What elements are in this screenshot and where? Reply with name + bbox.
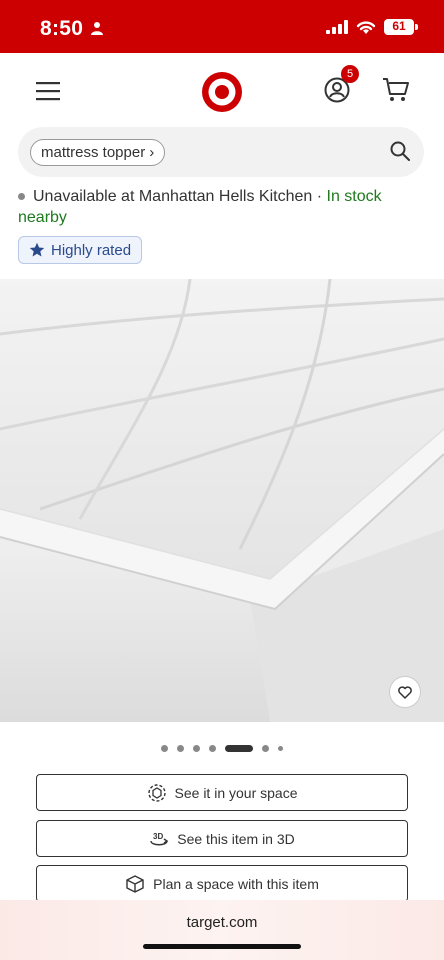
mattress-topper-photo bbox=[0, 279, 444, 722]
carousel-dot[interactable] bbox=[193, 744, 200, 752]
target-logo[interactable] bbox=[201, 71, 243, 113]
browser-bottom-bar: target.com bbox=[0, 900, 444, 960]
account-notification-badge: 5 bbox=[341, 65, 359, 83]
browser-url[interactable]: target.com bbox=[0, 914, 444, 931]
status-indicators: 61 bbox=[326, 19, 418, 35]
search-bar[interactable]: mattress topper › bbox=[18, 127, 424, 177]
see-in-3d-label: See this item in 3D bbox=[177, 830, 295, 847]
carousel-dot[interactable] bbox=[161, 744, 168, 752]
search-query-chip[interactable]: mattress topper › bbox=[30, 139, 166, 166]
availability-line: Unavailable at Manhattan Hells Kitchen ·… bbox=[18, 185, 428, 209]
person-icon bbox=[91, 22, 103, 35]
plan-space-label: Plan a space with this item bbox=[153, 875, 319, 892]
ar-view-icon bbox=[147, 783, 166, 802]
heart-icon bbox=[398, 685, 412, 699]
chevron-right-icon: › bbox=[149, 144, 155, 161]
signal-icon bbox=[326, 20, 348, 34]
in-stock-nearby-text: nearby bbox=[18, 209, 67, 226]
availability-separator: · bbox=[312, 188, 327, 205]
highly-rated-label: Highly rated bbox=[51, 241, 132, 259]
3d-rotate-icon: 3D bbox=[150, 832, 169, 845]
home-indicator[interactable] bbox=[143, 944, 301, 949]
status-bar: 8:50 61 bbox=[0, 0, 444, 53]
status-time: 8:50 bbox=[40, 17, 84, 40]
highly-rated-badge[interactable]: Highly rated bbox=[18, 236, 143, 264]
search-query-text: mattress topper bbox=[41, 144, 146, 161]
hamburger-menu-icon[interactable] bbox=[36, 81, 60, 101]
in-stock-text: In stock bbox=[326, 188, 382, 205]
svg-text:3D: 3D bbox=[153, 832, 163, 841]
cart-icon[interactable] bbox=[382, 77, 410, 103]
carousel-dot[interactable] bbox=[262, 744, 269, 752]
product-image[interactable] bbox=[0, 279, 444, 722]
store-availability[interactable]: Unavailable at Manhattan Hells Kitchen bbox=[33, 188, 312, 205]
wifi-icon bbox=[356, 20, 376, 34]
carousel-dot-active[interactable] bbox=[225, 744, 253, 752]
availability-dot-icon bbox=[18, 193, 25, 201]
site-header: 5 bbox=[0, 53, 444, 128]
room-planner-icon bbox=[126, 874, 144, 893]
carousel-dots bbox=[0, 744, 444, 752]
plan-space-button[interactable]: Plan a space with this item bbox=[36, 865, 408, 902]
carousel-dot[interactable] bbox=[209, 744, 216, 752]
search-icon[interactable] bbox=[390, 141, 410, 161]
star-icon bbox=[29, 242, 45, 257]
carousel-dot[interactable] bbox=[278, 745, 283, 751]
battery-indicator: 61 bbox=[384, 19, 418, 35]
see-in-space-button[interactable]: See it in your space bbox=[36, 774, 408, 811]
carousel-dot[interactable] bbox=[177, 744, 184, 752]
see-in-3d-button[interactable]: 3D See this item in 3D bbox=[36, 820, 408, 857]
favorite-button[interactable] bbox=[389, 676, 421, 708]
see-in-space-label: See it in your space bbox=[174, 784, 298, 801]
